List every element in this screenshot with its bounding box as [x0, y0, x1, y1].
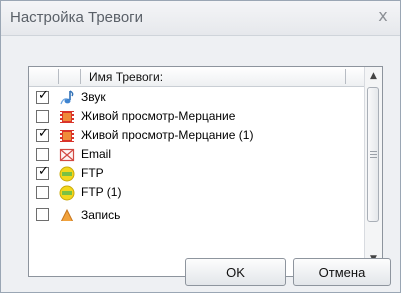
row-label: Звук [81, 90, 106, 104]
row-label: Email [81, 147, 112, 161]
check-mark-icon: ✓ [38, 88, 49, 103]
row-checkbox[interactable]: ✓ [36, 126, 49, 142]
grip-line [370, 151, 377, 152]
column-header-alarm-name[interactable]: Имя Тревоги: [89, 70, 163, 84]
row-checkbox[interactable]: ✓ [36, 88, 49, 104]
ftp-icon [59, 166, 75, 182]
check-mark-icon: ✓ [38, 126, 49, 141]
scroll-thumb[interactable] [367, 87, 379, 222]
dialog-title: Настройка Тревоги [10, 9, 144, 26]
list-item[interactable]: Живой просмотр-Мерцание [29, 107, 365, 126]
list-header: Имя Тревоги: [29, 67, 365, 87]
check-mark-icon: ✓ [38, 164, 49, 179]
header-separator [58, 69, 59, 84]
cancel-button[interactable]: Отмена [293, 258, 391, 286]
title-bar[interactable]: Настройка Тревоги x [1, 1, 400, 36]
ftp-icon [59, 185, 75, 201]
film-icon [60, 111, 74, 123]
row-checkbox[interactable]: ✓ [36, 164, 49, 180]
list-item[interactable]: ✓ FTP [29, 164, 365, 183]
row-label: FTP (1) [81, 185, 122, 199]
alarm-list: Имя Тревоги: ✓ Звук Живой просмотр-Мерца… [28, 66, 383, 277]
row-checkbox[interactable] [36, 148, 49, 161]
list-item[interactable]: ✓ Живой просмотр-Мерцание (1) [29, 126, 365, 145]
row-checkbox[interactable] [36, 110, 49, 123]
vertical-scrollbar[interactable]: ▲ ▼ [364, 67, 382, 276]
list-item[interactable]: ✓ Звук [29, 88, 365, 107]
sound-icon [60, 90, 74, 105]
row-label: Живой просмотр-Мерцание (1) [81, 128, 254, 142]
scroll-up-icon[interactable]: ▲ [366, 68, 381, 85]
row-label: Живой просмотр-Мерцание [81, 109, 236, 123]
grip-line [370, 154, 377, 155]
list-item[interactable]: Email [29, 145, 365, 164]
row-label: Запись [81, 208, 121, 221]
row-checkbox[interactable] [36, 208, 49, 221]
alarm-settings-dialog: Настройка Тревоги x Имя Тревоги: ✓ Звук [0, 0, 401, 293]
email-icon [59, 148, 75, 162]
ok-button[interactable]: OK [185, 258, 286, 286]
header-separator [345, 69, 346, 84]
film-icon [60, 130, 74, 142]
list-item[interactable]: Запись [29, 202, 365, 221]
grip-line [370, 157, 377, 158]
record-icon [60, 208, 74, 221]
close-icon[interactable]: x [374, 7, 392, 25]
dialog-body: Имя Тревоги: ✓ Звук Живой просмотр-Мерца… [1, 36, 400, 292]
row-label: FTP [81, 166, 104, 180]
header-separator [80, 69, 81, 84]
row-checkbox[interactable] [36, 186, 49, 199]
list-item[interactable]: FTP (1) [29, 183, 365, 202]
